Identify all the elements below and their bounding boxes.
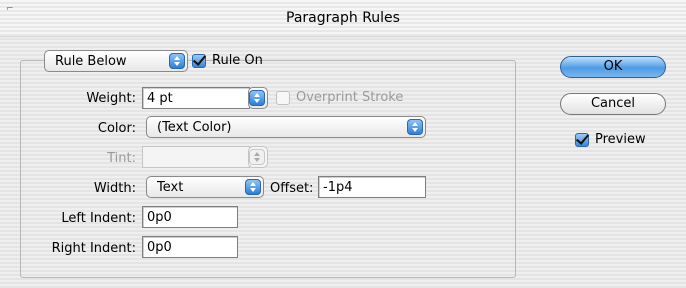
preview-label: Preview [595,132,646,147]
window-title: Paragraph Rules [286,10,400,26]
overprint-stroke-checkbox[interactable] [276,91,290,105]
left-indent-label: Left Indent: [61,211,136,226]
popup-arrows-icon [169,53,185,69]
cancel-button[interactable]: Cancel [560,93,666,115]
right-indent-label: Right Indent: [51,241,136,256]
width-value: Text [157,180,184,195]
weight-field[interactable] [142,87,250,109]
weight-stepper[interactable] [248,87,268,109]
offset-field[interactable] [318,176,426,198]
tint-label: Tint: [107,151,136,166]
tint-stepper[interactable] [248,146,268,168]
rule-on-label: Rule On [212,53,263,68]
color-popup[interactable]: (Text Color) [146,116,426,138]
popup-arrows-icon [407,119,423,135]
width-label: Width: [93,181,136,196]
popup-arrows-icon [249,90,265,106]
left-indent-field[interactable] [142,206,238,228]
title-bar[interactable]: ⌐ Paragraph Rules [0,0,686,37]
ok-button[interactable]: OK [560,56,666,78]
rule-type-value: Rule Below [55,54,127,69]
color-value: (Text Color) [157,120,232,135]
weight-label: Weight: [86,91,136,106]
popup-arrows-icon [249,149,265,165]
overprint-stroke-label: Overprint Stroke [296,90,404,105]
paragraph-rules-dialog: ⌐ Paragraph Rules Rule Below Rule On Wei… [0,0,686,288]
offset-label: Offset: [270,181,314,196]
rule-type-popup[interactable]: Rule Below [44,50,188,72]
right-indent-field[interactable] [142,236,238,258]
rule-on-checkbox[interactable] [192,52,207,68]
tint-field[interactable] [142,146,250,168]
popup-arrows-icon [245,179,261,195]
preview-checkbox[interactable] [575,131,590,147]
color-label: Color: [97,121,136,136]
width-popup[interactable]: Text [146,176,264,198]
